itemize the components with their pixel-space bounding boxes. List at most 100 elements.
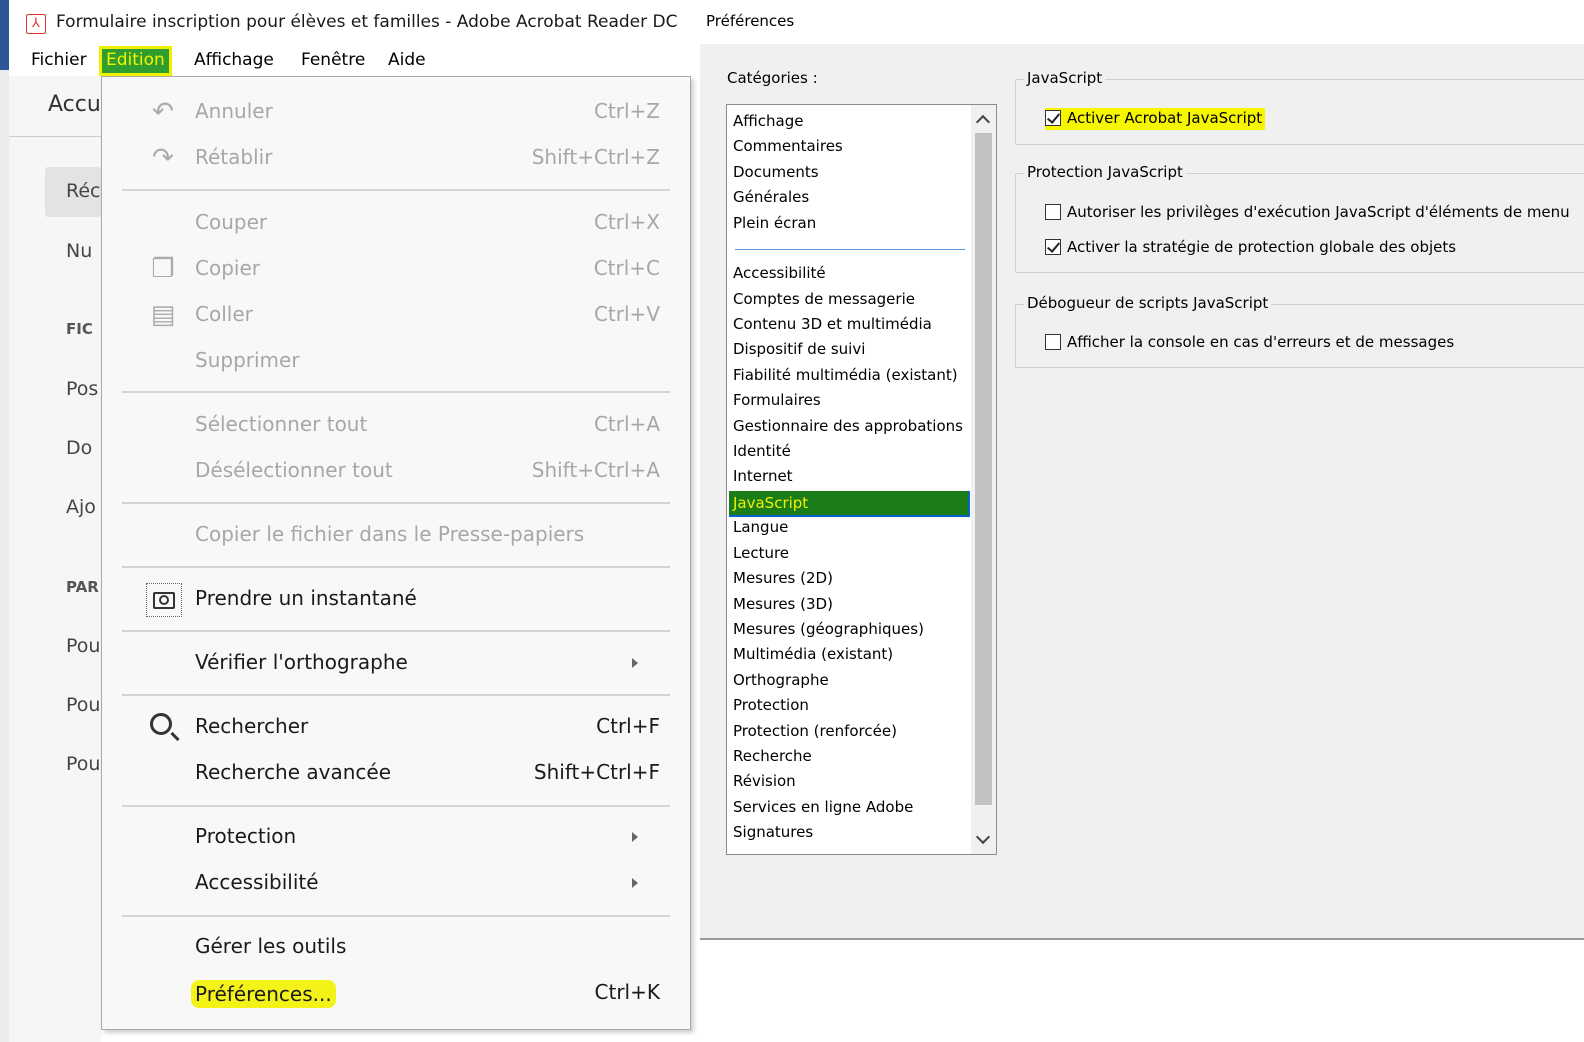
paste-icon: ▤ bbox=[150, 300, 176, 330]
category-item[interactable]: Plein écran bbox=[733, 212, 816, 236]
category-item[interactable]: Comptes de messagerie bbox=[733, 288, 915, 312]
menu-label: Protection bbox=[195, 824, 297, 848]
category-item[interactable]: Fiabilité multimédia (existant) bbox=[733, 364, 958, 388]
categories-list[interactable]: Affichage Commentaires Documents Général… bbox=[726, 104, 997, 855]
menu-separator bbox=[122, 189, 670, 191]
menu-shortcut: Ctrl+K bbox=[594, 980, 660, 1004]
menu-label: Rétablir bbox=[195, 145, 273, 169]
category-item[interactable]: Commentaires bbox=[733, 135, 843, 159]
category-item[interactable]: Documents bbox=[733, 161, 819, 185]
menu-redo[interactable]: ↷ Rétablir Shift+Ctrl+Z bbox=[102, 139, 690, 179]
category-item[interactable]: Mesures (2D) bbox=[733, 567, 833, 591]
sidebar-item[interactable]: Pou bbox=[66, 694, 100, 716]
category-divider bbox=[735, 249, 965, 250]
checkbox[interactable] bbox=[1045, 334, 1061, 350]
menu-label: Gérer les outils bbox=[195, 934, 347, 958]
menu-spellcheck[interactable]: Vérifier l'orthographe bbox=[102, 644, 690, 684]
sidebar-item[interactable]: Réc bbox=[66, 180, 100, 202]
menu-separator bbox=[122, 694, 670, 696]
menu-paste[interactable]: ▤ Coller Ctrl+V bbox=[102, 296, 690, 336]
menu-label: Recherche avancée bbox=[195, 760, 392, 784]
menu-undo[interactable]: ↶ Annuler Ctrl+Z bbox=[102, 93, 690, 133]
chevron-down-icon[interactable] bbox=[975, 829, 991, 845]
menu-delete[interactable]: Supprimer bbox=[102, 342, 690, 382]
checkbox[interactable] bbox=[1045, 239, 1061, 255]
category-item[interactable]: Langue bbox=[733, 516, 788, 540]
window-title: Formulaire inscription pour élèves et fa… bbox=[56, 12, 678, 32]
sidebar-item[interactable]: Pos bbox=[66, 378, 98, 400]
scroll-thumb[interactable] bbox=[975, 133, 992, 805]
menu-protection[interactable]: Protection bbox=[102, 818, 690, 858]
category-item[interactable]: Identité bbox=[733, 440, 791, 464]
camera-icon bbox=[146, 583, 182, 617]
menu-fenetre[interactable]: Fenêtre bbox=[297, 46, 369, 76]
home-tab[interactable]: Accu bbox=[48, 92, 101, 117]
checkbox-label: Activer Acrobat JavaScript bbox=[1067, 109, 1263, 127]
menu-affichage[interactable]: Affichage bbox=[190, 46, 278, 76]
category-item[interactable]: Contenu 3D et multimédia bbox=[733, 313, 932, 337]
menu-preferences[interactable]: Préférences... Ctrl+K bbox=[102, 974, 690, 1014]
category-item[interactable]: Révision bbox=[733, 770, 796, 794]
category-item[interactable]: Dispositif de suivi bbox=[733, 338, 865, 362]
menu-accessibility[interactable]: Accessibilité bbox=[102, 864, 690, 904]
menu-aide[interactable]: Aide bbox=[384, 46, 430, 76]
category-item[interactable]: Multimédia (existant) bbox=[733, 643, 893, 667]
category-selected-label: JavaScript bbox=[733, 494, 809, 512]
enable-acrobat-javascript-option[interactable]: Activer Acrobat JavaScript bbox=[1045, 108, 1265, 130]
category-item[interactable]: Internet bbox=[733, 465, 793, 489]
menu-separator bbox=[122, 566, 670, 568]
category-item[interactable]: Mesures (3D) bbox=[733, 593, 833, 617]
checkbox-label: Afficher la console en cas d'erreurs et … bbox=[1067, 333, 1455, 351]
menu-search[interactable]: Rechercher Ctrl+F bbox=[102, 708, 690, 748]
checkbox[interactable] bbox=[1045, 110, 1061, 126]
menu-shortcut: Ctrl+V bbox=[593, 302, 660, 326]
home-sidebar bbox=[9, 76, 101, 1042]
group-legend: JavaScript bbox=[1024, 69, 1106, 87]
submenu-arrow-icon bbox=[632, 658, 638, 668]
allow-menu-privileges-option[interactable]: Autoriser les privilèges d'exécution Jav… bbox=[1045, 202, 1584, 224]
menu-select-all[interactable]: Sélectionner tout Ctrl+A bbox=[102, 406, 690, 446]
group-javascript-protection: Protection JavaScript Autoriser les priv… bbox=[1015, 163, 1584, 273]
sidebar-item[interactable]: Ajo bbox=[66, 496, 96, 518]
menu-edition[interactable]: Edition bbox=[99, 46, 172, 76]
category-item[interactable]: Générales bbox=[733, 186, 809, 210]
category-item[interactable]: Services en ligne Adobe bbox=[733, 796, 913, 820]
edition-menu: ↶ Annuler Ctrl+Z ↷ Rétablir Shift+Ctrl+Z… bbox=[101, 76, 691, 1030]
menu-advanced-search[interactable]: Recherche avancée Shift+Ctrl+F bbox=[102, 754, 690, 794]
group-legend: Protection JavaScript bbox=[1024, 163, 1186, 181]
category-item[interactable]: Protection (renforcée) bbox=[733, 720, 897, 744]
sidebar-item[interactable]: Do bbox=[66, 437, 92, 459]
menu-separator bbox=[122, 502, 670, 504]
category-item[interactable]: Recherche bbox=[733, 745, 812, 769]
category-item[interactable]: Accessibilité bbox=[733, 262, 826, 286]
menu-copy[interactable]: ❐ Copier Ctrl+C bbox=[102, 250, 690, 290]
category-item-selected[interactable]: JavaScript bbox=[729, 491, 970, 517]
category-item[interactable]: Formulaires bbox=[733, 389, 821, 413]
category-item[interactable]: Affichage bbox=[733, 110, 803, 134]
category-item[interactable]: Mesures (géographiques) bbox=[733, 618, 924, 642]
category-item[interactable]: Signatures bbox=[733, 821, 813, 845]
menu-deselect-all[interactable]: Désélectionner tout Shift+Ctrl+A bbox=[102, 452, 690, 492]
menu-label: Supprimer bbox=[195, 348, 300, 372]
show-console-option[interactable]: Afficher la console en cas d'erreurs et … bbox=[1045, 332, 1584, 354]
search-icon bbox=[150, 713, 172, 735]
global-object-security-option[interactable]: Activer la stratégie de protection globa… bbox=[1045, 237, 1584, 259]
submenu-arrow-icon bbox=[632, 832, 638, 842]
menu-snapshot[interactable]: Prendre un instantané bbox=[102, 580, 690, 620]
category-item[interactable]: Gestionnaire des approbations bbox=[733, 415, 963, 439]
menu-cut[interactable]: Couper Ctrl+X bbox=[102, 204, 690, 244]
sidebar-item[interactable]: Nu bbox=[66, 240, 92, 262]
categories-scrollbar[interactable] bbox=[971, 105, 996, 854]
category-item[interactable]: Orthographe bbox=[733, 669, 829, 693]
category-item[interactable]: Lecture bbox=[733, 542, 789, 566]
categories-label: Catégories : bbox=[727, 69, 818, 87]
chevron-up-icon[interactable] bbox=[975, 114, 991, 130]
sidebar-item[interactable]: Pou bbox=[66, 635, 100, 657]
menu-fichier[interactable]: Fichier bbox=[27, 46, 91, 76]
menu-copy-file-clipboard[interactable]: Copier le fichier dans le Presse-papiers bbox=[102, 516, 690, 556]
checkbox[interactable] bbox=[1045, 204, 1061, 220]
sidebar-item[interactable]: Pou bbox=[66, 753, 100, 775]
menu-shortcut: Shift+Ctrl+F bbox=[533, 760, 660, 784]
menu-manage-tools[interactable]: Gérer les outils bbox=[102, 928, 690, 968]
category-item[interactable]: Protection bbox=[733, 694, 809, 718]
